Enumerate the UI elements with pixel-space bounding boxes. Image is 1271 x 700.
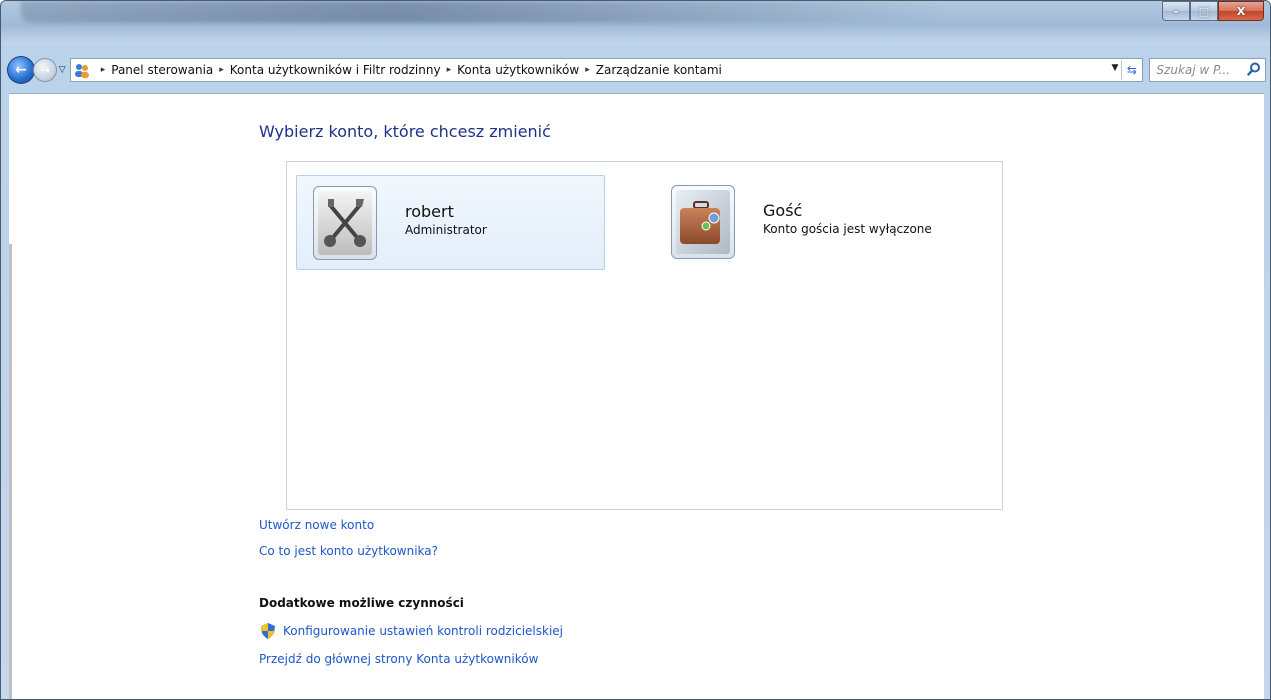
scroll-edge xyxy=(9,244,12,699)
content-pane: Wybierz konto, które chcesz zmienić robe… xyxy=(9,93,1264,699)
what-is-account-link[interactable]: Co to jest konto użytkownika? xyxy=(259,544,438,558)
tools-icon xyxy=(318,191,372,255)
account-tile-robert[interactable]: robert Administrator xyxy=(296,175,605,270)
title-bar-blur xyxy=(21,1,951,23)
back-button[interactable]: ← xyxy=(7,56,35,84)
recent-pages-dropdown-icon[interactable]: ▽ xyxy=(59,65,66,75)
account-info: robert Administrator xyxy=(405,202,487,237)
go-to-main-page-link[interactable]: Przejdź do głównej strony Konta użytkown… xyxy=(259,652,538,666)
parental-controls-link[interactable]: Konfigurowanie ustawień kontroli rodzici… xyxy=(283,624,563,638)
breadcrumb-manage-accounts[interactable]: Zarządzanie kontami xyxy=(596,63,722,77)
breadcrumb-separator[interactable]: ▸ xyxy=(447,65,452,75)
close-button[interactable]: X xyxy=(1218,1,1264,21)
breadcrumb-user-accounts[interactable]: Konta użytkowników xyxy=(457,63,579,77)
maximize-icon: □ xyxy=(1198,4,1210,18)
maximize-button[interactable]: □ xyxy=(1190,1,1218,21)
accounts-list: robert Administrator Gość Konto gościa j… xyxy=(286,161,1003,510)
back-arrow-icon: ← xyxy=(15,62,27,78)
account-type: Administrator xyxy=(405,223,487,237)
minimize-button[interactable]: – xyxy=(1162,1,1190,21)
account-type: Konto gościa jest wyłączone xyxy=(763,222,932,236)
refresh-button[interactable]: ⇆ xyxy=(1121,60,1141,80)
uac-shield-icon xyxy=(261,623,275,639)
users-icon xyxy=(74,64,89,78)
account-picture xyxy=(313,186,377,260)
refresh-icon: ⇆ xyxy=(1126,63,1137,77)
account-name: Gość xyxy=(763,201,803,220)
close-icon: X xyxy=(1236,4,1246,18)
address-dropdown-icon[interactable]: ▼ xyxy=(1112,63,1119,73)
breadcrumb-separator[interactable]: ▸ xyxy=(219,65,224,75)
breadcrumb-user-accounts-family[interactable]: Konta użytkowników i Filtr rodzinny xyxy=(230,63,441,77)
breadcrumb-separator[interactable]: ▸ xyxy=(101,65,106,75)
forward-button[interactable]: → xyxy=(32,58,57,82)
account-name: robert xyxy=(405,202,454,221)
navigation-row: ← → ▽ ▸ Panel sterowania ▸ Konta użytkow… xyxy=(7,56,1266,84)
additional-tasks-heading: Dodatkowe możliwe czynności xyxy=(259,596,464,610)
forward-arrow-icon: → xyxy=(39,63,50,77)
account-info: Gość Konto gościa jest wyłączone xyxy=(763,201,932,236)
breadcrumb-separator[interactable]: ▸ xyxy=(585,65,590,75)
search-placeholder: Szukaj w P... xyxy=(1156,63,1231,77)
account-tile-guest[interactable]: Gość Konto gościa jest wyłączone xyxy=(655,175,964,270)
search-icon[interactable] xyxy=(1247,62,1261,76)
caption-buttons: – □ X xyxy=(1162,1,1264,21)
explorer-window: – □ X ← → ▽ ▸ Panel sterowania ▸ Konta u… xyxy=(0,0,1271,700)
page-title: Wybierz konto, które chcesz zmienić xyxy=(259,122,551,141)
address-bar[interactable]: ▸ Panel sterowania ▸ Konta użytkowników … xyxy=(69,58,1144,82)
search-input[interactable]: Szukaj w P... xyxy=(1149,58,1266,82)
create-account-link[interactable]: Utwórz nowe konto xyxy=(259,518,374,532)
title-bar: – □ X xyxy=(1,1,1270,45)
suitcase-icon xyxy=(676,190,730,254)
account-picture xyxy=(671,185,735,259)
minimize-icon: – xyxy=(1173,4,1179,18)
breadcrumb-control-panel[interactable]: Panel sterowania xyxy=(111,63,213,77)
